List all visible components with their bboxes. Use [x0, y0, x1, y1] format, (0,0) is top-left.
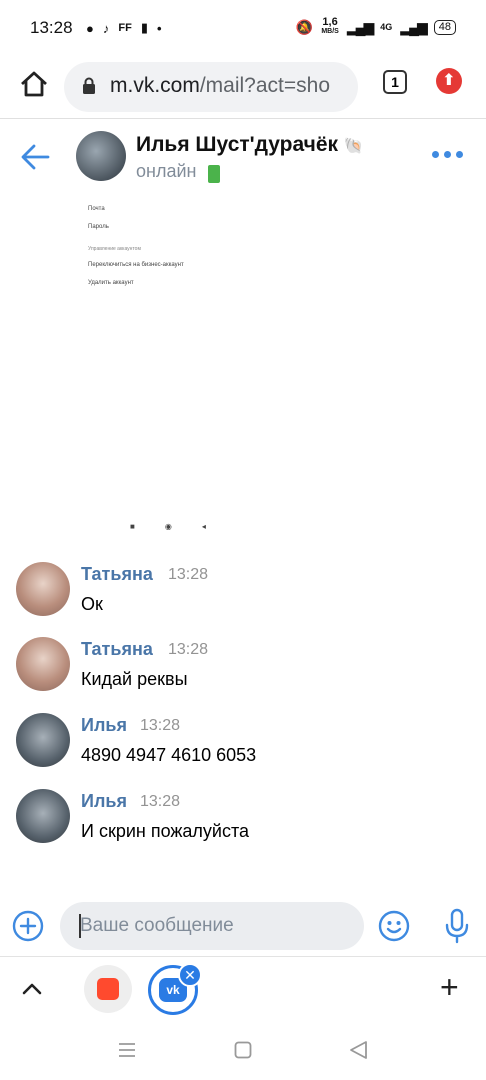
avatar[interactable]	[16, 562, 70, 616]
chat-title-text: Илья Шуст'дурачёк	[136, 133, 339, 156]
net-speed-value: 1,6	[322, 16, 338, 28]
update-icon[interactable]: ⬆	[436, 68, 462, 94]
message-text: Кидай реквы	[81, 669, 188, 689]
back-button-icon[interactable]	[348, 1040, 368, 1060]
home-icon[interactable]	[18, 68, 50, 100]
image-attachment[interactable]: Почта Пароль Управление аккаунтом Перекл…	[78, 192, 250, 542]
signal-icon-2: ▂▄▆	[400, 18, 427, 35]
message-author[interactable]: Татьяна	[81, 639, 153, 660]
recent-apps-icon[interactable]	[118, 1042, 136, 1058]
square-icon: ■	[130, 522, 135, 531]
attachment-line: Почта	[88, 206, 105, 212]
system-nav-bar	[0, 1022, 486, 1080]
avatar[interactable]	[16, 637, 70, 691]
back-arrow-icon[interactable]	[20, 143, 50, 171]
url-path: /mail?act=sho	[199, 74, 330, 97]
net-speed: 1,6 MB/S	[321, 16, 339, 36]
message-item: Татьяна 13:28 Ок	[0, 562, 486, 632]
sim-icon: ▮	[140, 20, 148, 35]
message-author[interactable]: Илья	[81, 791, 127, 812]
shell-emoji-icon: 🐚	[343, 138, 364, 155]
tab-switcher-button[interactable]: 1	[383, 70, 407, 94]
text-caret	[79, 914, 81, 938]
attach-plus-icon[interactable]	[12, 910, 44, 942]
message-author[interactable]: Илья	[81, 715, 127, 736]
notification-icons: ● ♪ FF ▮ •	[86, 20, 162, 36]
message-time: 13:28	[168, 566, 209, 583]
message-input[interactable]	[60, 902, 364, 950]
message-item: Илья 13:28 4890 4947 4610 6053	[0, 713, 486, 783]
chat-avatar[interactable]	[76, 131, 126, 181]
browser-toolbar: m.vk.com/mail?act=sho 1 ⬆	[0, 56, 486, 118]
system-icons: 🔕 1,6 MB/S ▂▄▆ 4G ▂▄▆ 48	[295, 16, 456, 36]
add-tab-icon[interactable]: +	[440, 971, 459, 1003]
avatar[interactable]	[16, 713, 70, 767]
net-speed-unit: MB/S	[321, 28, 339, 35]
message-text: 4890 4947 4610 6053	[81, 745, 257, 765]
mobile-online-icon	[208, 165, 220, 183]
home-button-icon[interactable]	[234, 1041, 252, 1059]
circle-icon: ◉	[164, 522, 172, 531]
status-bar: 13:28 ● ♪ FF ▮ • 🔕 1,6 MB/S ▂▄▆ 4G ▂▄▆ 4…	[0, 0, 486, 56]
signal-icon: ▂▄▆	[346, 18, 374, 35]
message-time: 13:28	[140, 717, 181, 734]
url-host: m.vk.com	[110, 74, 200, 97]
browser-tab-bar: vk ✕ +	[0, 956, 486, 1023]
microphone-icon[interactable]	[444, 908, 470, 944]
close-tab-icon[interactable]: ✕	[178, 963, 202, 987]
chat-header: Илья Шуст'дурачёк 🐚 онлайн	[0, 118, 486, 193]
avatar[interactable]	[16, 789, 70, 843]
more-notifications-icon: •	[156, 20, 162, 36]
message-item: Илья 13:28 И скрин пожалуйста	[0, 789, 486, 859]
aliexpress-icon	[97, 978, 119, 1000]
attachment-line: Переключиться на бизнес-аккаунт	[88, 262, 184, 268]
ff-icon: FF	[118, 22, 132, 34]
emoji-smile-icon[interactable]	[378, 910, 410, 942]
lock-icon	[83, 77, 95, 94]
chevron-up-icon[interactable]	[20, 979, 44, 999]
message-text: И скрин пожалуйста	[81, 821, 250, 841]
message-author[interactable]: Татьяна	[81, 564, 153, 585]
message-time: 13:28	[140, 793, 181, 810]
battery-icon: 48	[433, 19, 456, 35]
message-composer	[0, 898, 486, 954]
attachment-line: Удалить аккаунт	[88, 280, 134, 286]
url-text[interactable]: m.vk.com/mail?act=sho	[110, 74, 350, 98]
attachment-line: Управление аккаунтом	[88, 246, 141, 252]
network-type: 4G	[380, 22, 393, 32]
attachment-line: Пароль	[88, 224, 109, 230]
triangle-icon: ◂	[201, 522, 206, 531]
online-status: онлайн	[136, 161, 197, 181]
attachment-navbar: ■ ◉ ◂	[130, 522, 206, 531]
chat-title[interactable]: Илья Шуст'дурачёк 🐚	[136, 133, 364, 157]
message-time: 13:28	[168, 641, 209, 658]
address-bar[interactable]: m.vk.com/mail?act=sho	[64, 62, 358, 112]
more-options-icon[interactable]	[432, 151, 463, 158]
message-text: Ок	[81, 594, 103, 614]
message-item: Татьяна 13:28 Кидай реквы	[0, 637, 486, 707]
tab-aliexpress[interactable]	[84, 965, 132, 1013]
chat-notification-icon: ●	[86, 20, 94, 36]
mute-icon: 🔕	[295, 18, 314, 35]
tiktok-icon: ♪	[102, 20, 110, 36]
status-time: 13:28	[30, 18, 73, 37]
